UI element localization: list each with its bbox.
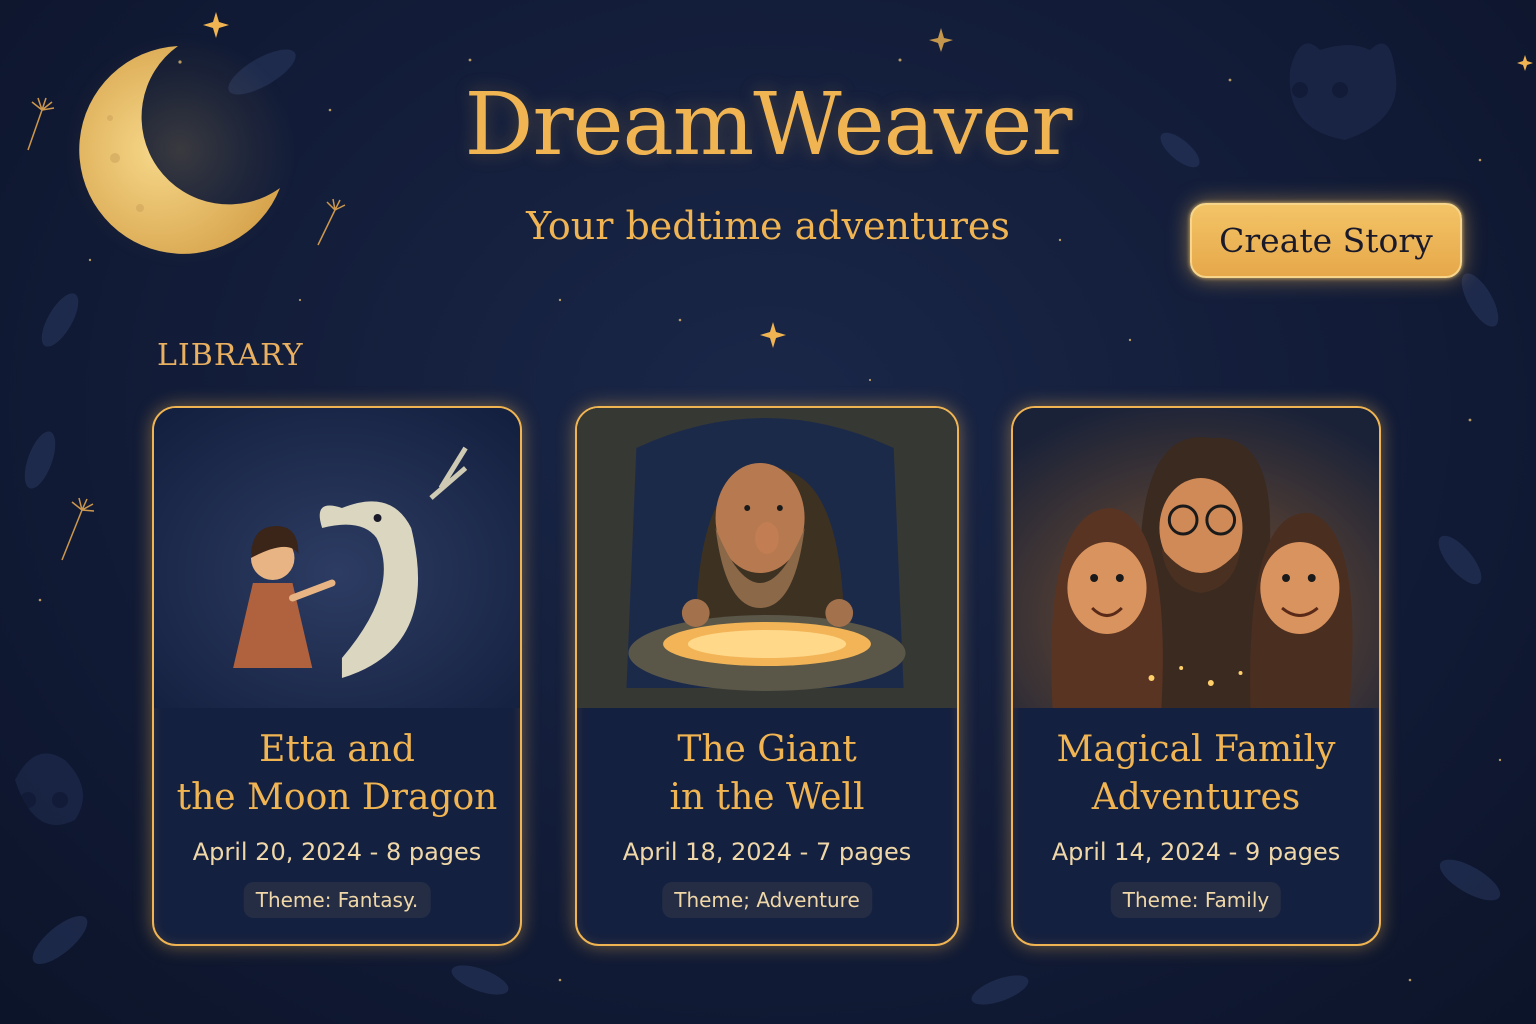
story-meta: April 20, 2024 - 8 pages bbox=[192, 838, 482, 866]
story-meta: April 18, 2024 - 7 pages bbox=[622, 838, 912, 866]
theme-badge: Theme: Fantasy. bbox=[243, 882, 431, 918]
library-label: LIBRARY bbox=[157, 338, 304, 373]
story-title: The Giant in the Well bbox=[669, 729, 865, 818]
story-cover-image bbox=[577, 408, 957, 708]
story-title: Etta and the Moon Dragon bbox=[176, 729, 498, 818]
story-meta: April 14, 2024 - 9 pages bbox=[1051, 838, 1341, 866]
theme-badge: Theme; Adventure bbox=[662, 882, 872, 918]
theme-badge: Theme: Family bbox=[1110, 882, 1282, 918]
story-title: Magical Family Adventures bbox=[1056, 729, 1336, 818]
create-story-button[interactable]: Create Story bbox=[1190, 203, 1462, 278]
story-card[interactable]: Etta and the Moon Dragon April 20, 2024 … bbox=[152, 406, 522, 946]
story-card[interactable]: Magical Family Adventures April 14, 2024… bbox=[1011, 406, 1381, 946]
story-card[interactable]: The Giant in the Well April 18, 2024 - 7… bbox=[575, 406, 959, 946]
story-cover-image bbox=[1013, 408, 1379, 708]
story-cover-image bbox=[154, 408, 520, 708]
app-title: DreamWeaver bbox=[464, 75, 1073, 175]
star-icon bbox=[203, 12, 1533, 348]
